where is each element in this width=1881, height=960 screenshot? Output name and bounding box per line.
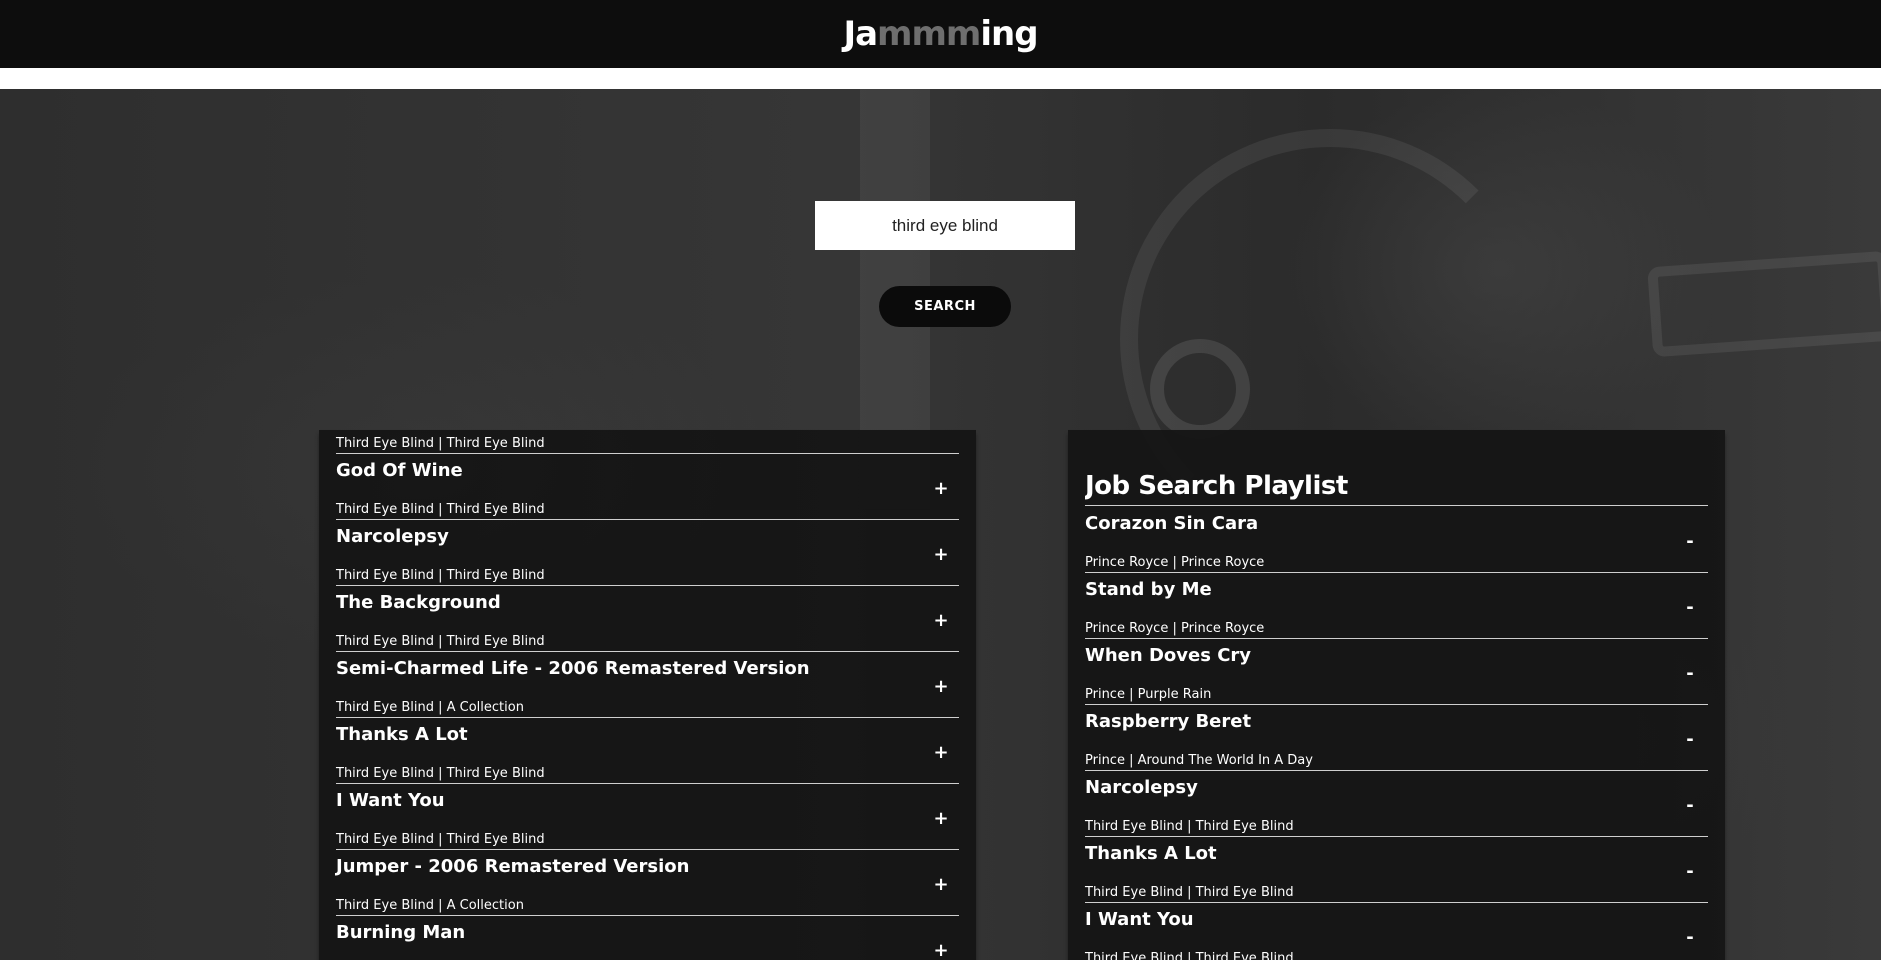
logo-suffix: ing [980,14,1038,54]
header-divider-strip [0,68,1881,89]
track-row: Thanks A Lot Third Eye Blind | Third Eye … [336,718,959,784]
track-meta: Third Eye Blind | Third Eye Blind [1085,951,1294,960]
search-button[interactable]: SEARCH [879,286,1011,327]
remove-track-button[interactable]: - [1680,793,1700,817]
track-row: I Want You Third Eye Blind | Third Eye Bl… [336,784,959,850]
track-meta: Third Eye Blind | Third Eye Blind [336,634,545,649]
track-name: The Background [336,592,501,613]
track-name: Narcolepsy [1085,777,1198,798]
add-track-button[interactable]: + [931,740,951,764]
track-name: When Doves Cry [1085,645,1252,666]
track-meta: Third Eye Blind | Third Eye Blind [336,832,545,847]
track-row: Narcolepsy Third Eye Blind | Third Eye Bl… [1085,771,1708,837]
track-name: God Of Wine [336,460,463,481]
track-row-partial: Third Eye Blind | Third Eye Blind [336,430,959,454]
track-meta: Third Eye Blind | A Collection [336,700,524,715]
remove-track-button[interactable]: - [1680,661,1700,685]
background-photo-earcup [1150,339,1250,439]
remove-track-button[interactable]: - [1680,727,1700,751]
track-meta: Prince | Around The World In A Day [1085,753,1313,768]
track-row: God Of Wine Third Eye Blind | Third Eye B… [336,454,959,520]
playlist-tracks-list: Corazon Sin Cara Prince Royce | Prince Ro… [1085,507,1708,960]
track-name: Narcolepsy [336,526,449,547]
track-row: Thanks A Lot Third Eye Blind | Third Eye … [1085,837,1708,903]
search-results-panel: Third Eye Blind | Third Eye Blind God Of… [319,430,976,960]
track-meta: Third Eye Blind | A Collection [336,898,524,913]
add-track-button[interactable]: + [931,806,951,830]
playlist-name-input[interactable] [1085,467,1708,506]
track-name: Thanks A Lot [1085,843,1217,864]
track-row: When Doves Cry Prince | Purple Rain - [1085,639,1708,705]
remove-track-button[interactable]: - [1680,859,1700,883]
add-track-button[interactable]: + [931,674,951,698]
track-meta: Third Eye Blind | Third Eye Blind [336,766,545,781]
search-results-list: Third Eye Blind | Third Eye Blind God Of… [336,430,959,960]
playlist-panel: Corazon Sin Cara Prince Royce | Prince Ro… [1068,430,1725,960]
track-meta: Third Eye Blind | Third Eye Blind [1085,885,1294,900]
add-track-button[interactable]: + [931,872,951,896]
logo-prefix: Ja [843,14,878,54]
search-input[interactable] [815,201,1075,250]
add-track-button[interactable]: + [931,608,951,632]
add-track-button[interactable]: + [931,938,951,960]
track-row: Corazon Sin Cara Prince Royce | Prince Ro… [1085,507,1708,573]
track-name: Burning Man [336,922,466,943]
top-bar: Jammming [0,0,1881,68]
track-row: The Background Third Eye Blind | Third Ey… [336,586,959,652]
track-row: Raspberry Beret Prince | Around The World… [1085,705,1708,771]
track-meta: Third Eye Blind | Third Eye Blind [1085,819,1294,834]
logo-middle: mmm [877,14,981,54]
remove-track-button[interactable]: - [1680,595,1700,619]
track-name: I Want You [1085,909,1194,930]
remove-track-button[interactable]: - [1680,529,1700,553]
add-track-button[interactable]: + [931,542,951,566]
track-meta: Prince Royce | Prince Royce [1085,555,1265,570]
track-meta: Third Eye Blind | Third Eye Blind [336,436,545,451]
track-row: Stand by Me Prince Royce | Prince Royce - [1085,573,1708,639]
remove-track-button[interactable]: - [1680,925,1700,949]
track-row: Jumper - 2006 Remastered Version Third Ey… [336,850,959,916]
track-row: I Want You Third Eye Blind | Third Eye Bl… [1085,903,1708,960]
track-name: Raspberry Beret [1085,711,1252,732]
background-photo-strap [1647,250,1881,358]
track-row: Semi-Charmed Life - 2006 Remastered Vers… [336,652,959,718]
track-meta: Prince Royce | Prince Royce [1085,621,1265,636]
app-logo: Jammming [843,14,1038,54]
track-row: Narcolepsy Third Eye Blind | Third Eye Bl… [336,520,959,586]
track-name: Semi-Charmed Life - 2006 Remastered Vers… [336,658,810,679]
track-row: Burning ManThird Eye Blind | Third Eye B… [336,916,959,960]
track-name: I Want You [336,790,445,811]
track-name: Thanks A Lot [336,724,468,745]
add-track-button[interactable]: + [931,476,951,500]
track-meta: Third Eye Blind | Third Eye Blind [336,502,545,517]
track-meta: Prince | Purple Rain [1085,687,1212,702]
track-meta: Third Eye Blind | Third Eye Blind [336,568,545,583]
track-name: Corazon Sin Cara [1085,513,1259,534]
track-name: Stand by Me [1085,579,1212,600]
track-name: Jumper - 2006 Remastered Version [336,856,690,877]
